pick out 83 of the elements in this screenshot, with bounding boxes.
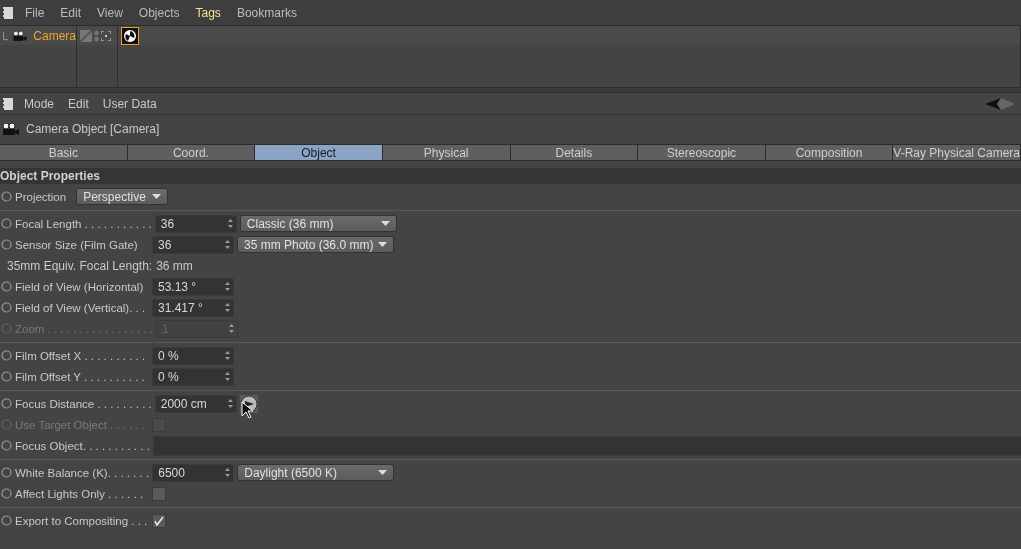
number-field[interactable]: 31.417 ° — [152, 298, 234, 317]
animate-radio-icon[interactable] — [1, 467, 12, 478]
preset-dropdown[interactable]: 35 mm Photo (36.0 mm) — [237, 236, 394, 253]
number-field[interactable]: 0 % — [152, 367, 234, 386]
field-label: Focus Object. . . . . . . . . . . — [15, 439, 151, 452]
animate-radio-icon[interactable] — [1, 488, 12, 499]
tab[interactable]: Details — [510, 144, 639, 161]
field-label: Focal Length . . . . . . . . . . . — [15, 217, 153, 230]
caret-icon — [380, 221, 390, 226]
tab[interactable]: Physical — [382, 144, 511, 161]
field-label: White Balance (K). . . . . . . — [15, 466, 151, 479]
menu-item[interactable]: Edit — [61, 96, 96, 111]
field-label: Export to Compositing . . . — [15, 514, 149, 527]
camera-icon — [0, 122, 20, 136]
menu-item[interactable]: Tags — [187, 5, 229, 20]
number-field[interactable]: 0 % — [152, 346, 234, 365]
tab[interactable]: V-Ray Physical Camera — [893, 144, 1021, 161]
grip-icon[interactable] — [3, 97, 13, 110]
checkbox[interactable] — [152, 513, 166, 528]
field-label: Affect Lights Only . . . . . . — [15, 487, 145, 500]
field-label: Film Offset Y . . . . . . . . . . — [15, 370, 146, 383]
caret-icon — [152, 194, 162, 199]
stepper-icon[interactable] — [227, 219, 233, 228]
mouse-cursor-icon — [241, 401, 253, 419]
caret-icon — [378, 242, 387, 247]
animate-radio-icon[interactable] — [1, 398, 12, 409]
menu-item[interactable]: Edit — [52, 5, 90, 20]
layer-icon[interactable] — [80, 29, 92, 42]
menu-item[interactable]: Bookmarks — [228, 5, 305, 20]
number-field[interactable]: 2000 cm — [154, 394, 237, 413]
field-label: Film Offset X . . . . . . . . . . — [15, 349, 147, 362]
tab[interactable]: Coord. — [127, 144, 256, 161]
stepper-icon[interactable] — [225, 240, 230, 249]
projection-dropdown[interactable]: Perspective — [76, 188, 169, 205]
menu-item[interactable]: Objects — [130, 5, 188, 20]
stepper-icon[interactable] — [225, 282, 230, 291]
camera-icon — [10, 28, 28, 43]
checkbox[interactable] — [152, 486, 166, 501]
field-label: 35mm Equiv. Focal Length: — [7, 258, 153, 273]
menu-item[interactable]: View — [89, 5, 131, 20]
field-label: Field of View (Horizontal) — [15, 280, 145, 293]
preset-dropdown[interactable]: Daylight (6500 K) — [237, 464, 395, 481]
field-label: Sensor Size (Film Gate) — [15, 238, 139, 251]
field-label: Projection — [15, 190, 68, 203]
animate-radio-icon[interactable] — [1, 281, 12, 292]
stepper-icon[interactable] — [225, 372, 230, 381]
field-label: Field of View (Vertical). . . — [15, 301, 147, 314]
animate-radio-icon[interactable] — [1, 440, 12, 451]
stepper-icon[interactable] — [227, 399, 233, 408]
tab[interactable]: Composition — [765, 144, 894, 161]
menu-item[interactable]: User Data — [95, 96, 164, 111]
field-value: 36 mm — [156, 258, 193, 273]
number-field[interactable]: 36 — [154, 214, 237, 233]
animate-radio-icon[interactable] — [1, 350, 12, 361]
stepper-icon[interactable] — [225, 351, 230, 360]
back-arrow-icon[interactable] — [985, 97, 1015, 110]
tab[interactable]: Basic — [0, 144, 128, 161]
caret-icon — [378, 470, 388, 475]
number-field[interactable]: 6500 — [152, 463, 235, 482]
preset-dropdown[interactable]: Classic (36 mm) — [239, 215, 397, 232]
animate-radio-icon[interactable] — [1, 515, 12, 526]
target-icon[interactable] — [101, 30, 111, 41]
animate-radio-icon[interactable] — [1, 371, 12, 382]
tab[interactable]: Stereoscopic — [638, 144, 766, 161]
stepper-icon[interactable] — [225, 468, 231, 477]
object-title: Camera Object [Camera] — [26, 122, 160, 136]
animate-radio-icon[interactable] — [1, 191, 12, 202]
field-label: Focus Distance . . . . . . . . . — [15, 397, 153, 410]
menu-item[interactable]: Mode — [17, 96, 62, 111]
number-field[interactable]: 36 — [152, 235, 234, 254]
check-icon — [154, 515, 164, 526]
tab[interactable]: Object — [255, 144, 383, 161]
tree-line-icon — [3, 30, 8, 41]
grip-icon[interactable] — [3, 6, 13, 19]
menu-item[interactable]: File — [17, 5, 53, 20]
animate-radio-icon[interactable] — [1, 302, 12, 313]
animate-radio-icon[interactable] — [1, 218, 12, 229]
number-field[interactable]: 53.13 ° — [152, 277, 234, 296]
camera-tag-icon[interactable] — [121, 26, 139, 45]
stepper-icon[interactable] — [225, 303, 230, 312]
section-header: Object Properties — [0, 168, 1021, 184]
animate-radio-icon[interactable] — [1, 239, 12, 250]
visibility-dots-icon[interactable] — [94, 29, 99, 42]
